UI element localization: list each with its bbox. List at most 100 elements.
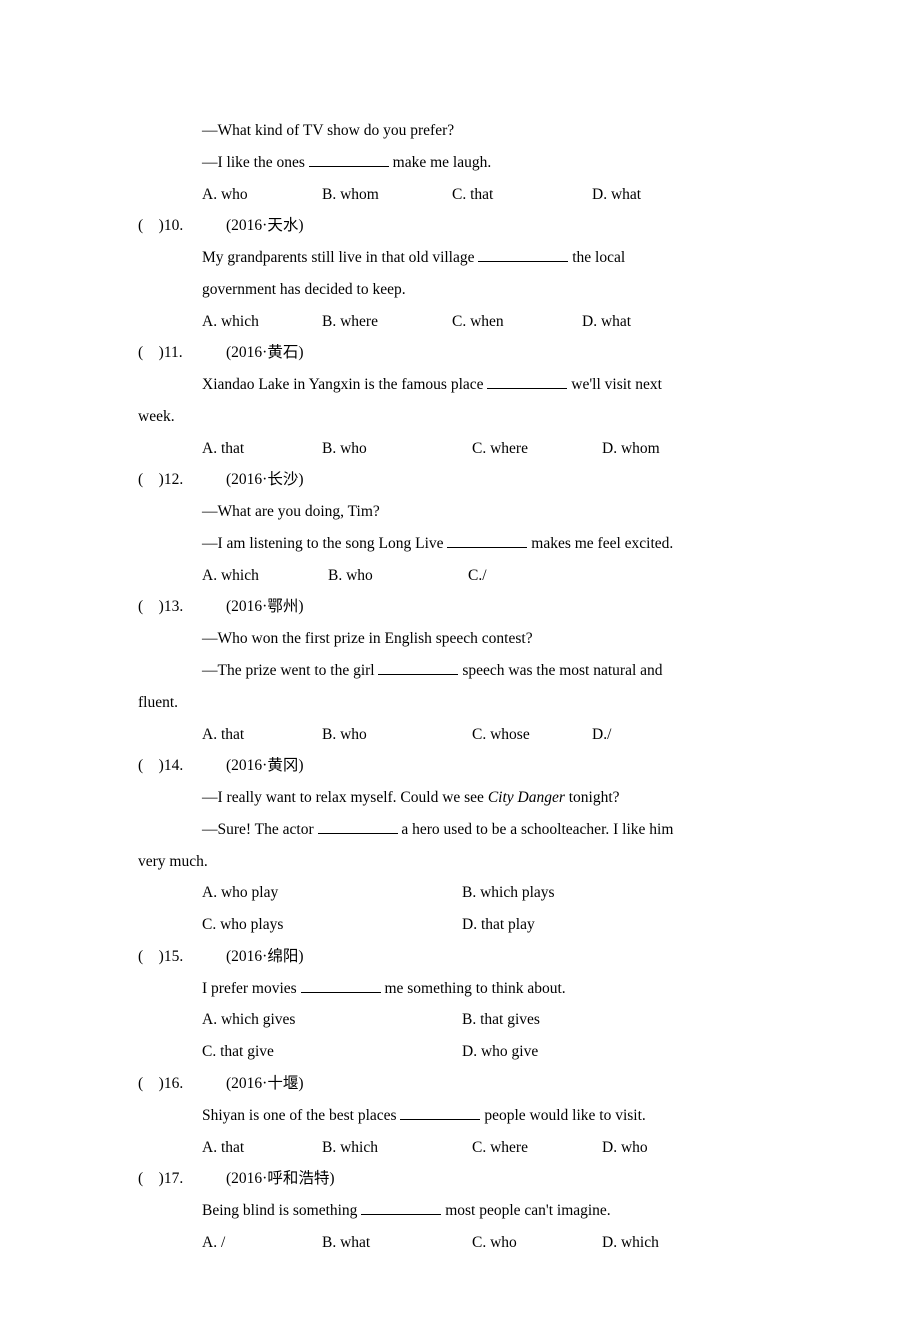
q14-optC[interactable]: C. who plays (202, 909, 462, 941)
q17-line1: Being blind is something most people can… (138, 1195, 792, 1227)
q10-line2: government has decided to keep. (138, 274, 792, 306)
q15-optC[interactable]: C. that give (202, 1036, 462, 1068)
q17-line1a: Being blind is something (202, 1202, 361, 1219)
q13-line3: fluent. (138, 687, 792, 719)
q16-meta: (2016·十堰) (182, 1068, 792, 1100)
q16-header: ( )16. (2016·十堰) (138, 1068, 792, 1100)
q15-line1: I prefer movies me something to think ab… (138, 973, 792, 1005)
q16-optB[interactable]: B. which (322, 1132, 472, 1164)
answer-paren[interactable]: ( )12. (138, 464, 182, 496)
q11-line2: week. (138, 401, 792, 433)
q13-line2b: speech was the most natural and (458, 662, 662, 679)
blank[interactable] (309, 150, 389, 167)
q17-optA[interactable]: A. / (202, 1227, 322, 1259)
q17-line1b: most people can't imagine. (441, 1202, 610, 1219)
q13-line1: —Who won the first prize in English spee… (138, 623, 792, 655)
q15-header: ( )15. (2016·绵阳) (138, 941, 792, 973)
q10-optC[interactable]: C. when (452, 306, 582, 338)
q10-optB[interactable]: B. where (322, 306, 452, 338)
q9-optC[interactable]: C. that (452, 179, 592, 211)
q11-meta: (2016·黄石) (182, 337, 792, 369)
answer-paren[interactable]: ( )17. (138, 1163, 182, 1195)
q16-line1: Shiyan is one of the best places people … (138, 1100, 792, 1132)
q17-header: ( )17. (2016·呼和浩特) (138, 1163, 792, 1195)
q17-optD[interactable]: D. which (602, 1227, 659, 1259)
q11-optD[interactable]: D. whom (602, 433, 660, 465)
q14-optB[interactable]: B. which plays (462, 877, 722, 909)
q17-optB[interactable]: B. what (322, 1227, 472, 1259)
q12-optC[interactable]: C./ (468, 560, 487, 592)
q14-movie-title: City Danger (488, 789, 565, 806)
answer-paren[interactable]: ( )14. (138, 750, 182, 782)
q12-optB[interactable]: B. who (328, 560, 468, 592)
answer-paren[interactable]: ( )13. (138, 591, 182, 623)
worksheet-page: —What kind of TV show do you prefer? —I … (0, 0, 920, 1319)
answer-paren[interactable]: ( )16. (138, 1068, 182, 1100)
blank[interactable] (447, 531, 527, 548)
q11-header: ( )11. (2016·黄石) (138, 337, 792, 369)
q14-line1: —I really want to relax myself. Could we… (138, 782, 792, 814)
q10-meta: (2016·天水) (182, 210, 792, 242)
q13-line2: —The prize went to the girl speech was t… (138, 655, 792, 687)
q12-line2b: makes me feel excited. (527, 535, 673, 552)
q9-line2b: make me laugh. (389, 154, 491, 171)
answer-paren[interactable]: ( )11. (138, 337, 182, 369)
q16-optD[interactable]: D. who (602, 1132, 648, 1164)
q15-optB[interactable]: B. that gives (462, 1004, 722, 1036)
q15-meta: (2016·绵阳) (182, 941, 792, 973)
q14-line2: —Sure! The actor a hero used to be a sch… (138, 814, 792, 846)
q14-optA[interactable]: A. who play (202, 877, 462, 909)
q17-options: A. /B. whatC. whoD. which (138, 1227, 792, 1259)
q10-line1b: the local (568, 249, 625, 266)
q9-line2a: —I like the ones (202, 154, 309, 171)
q11-optA[interactable]: A. that (202, 433, 322, 465)
q16-line1b: people would like to visit. (480, 1107, 645, 1124)
blank[interactable] (361, 1199, 441, 1216)
q12-meta: (2016·长沙) (182, 464, 792, 496)
q15-line1b: me something to think about. (381, 980, 566, 997)
q9-line1: —What kind of TV show do you prefer? (138, 115, 792, 147)
q12-line2a: —I am listening to the song Long Live (202, 535, 447, 552)
q14-options: A. who play B. which plays C. who plays … (138, 877, 792, 941)
q13-options: A. thatB. whoC. whoseD./ (138, 719, 792, 751)
q13-optB[interactable]: B. who (322, 719, 472, 751)
q11-line1: Xiandao Lake in Yangxin is the famous pl… (138, 369, 792, 401)
q10-optD[interactable]: D. what (582, 306, 631, 338)
answer-paren[interactable]: ( )15. (138, 941, 182, 973)
q16-optC[interactable]: C. where (472, 1132, 602, 1164)
q14-meta: (2016·黄冈) (182, 750, 792, 782)
q13-header: ( )13. (2016·鄂州) (138, 591, 792, 623)
q12-options: A. whichB. whoC./ (138, 560, 792, 592)
q15-line1a: I prefer movies (202, 980, 301, 997)
answer-paren[interactable]: ( )10. (138, 210, 182, 242)
q15-optA[interactable]: A. which gives (202, 1004, 462, 1036)
q9-optB[interactable]: B. whom (322, 179, 452, 211)
q15-optD[interactable]: D. who give (462, 1036, 722, 1068)
q14-line1b: tonight? (565, 789, 620, 806)
blank[interactable] (378, 659, 458, 676)
q14-header: ( )14. (2016·黄冈) (138, 750, 792, 782)
q10-line1a: My grandparents still live in that old v… (202, 249, 478, 266)
q12-optA[interactable]: A. which (202, 560, 328, 592)
blank[interactable] (400, 1103, 480, 1120)
q13-optC[interactable]: C. whose (472, 719, 592, 751)
blank[interactable] (487, 373, 567, 390)
q11-optC[interactable]: C. where (472, 433, 602, 465)
q14-line2b: a hero used to be a schoolteacher. I lik… (398, 821, 674, 838)
q10-optA[interactable]: A. which (202, 306, 322, 338)
blank[interactable] (478, 246, 568, 263)
q9-options: A. whoB. whomC. thatD. what (138, 179, 792, 211)
q9-optD[interactable]: D. what (592, 179, 641, 211)
q11-optB[interactable]: B. who (322, 433, 472, 465)
blank[interactable] (301, 976, 381, 993)
q14-line3: very much. (138, 846, 792, 878)
q10-options: A. whichB. whereC. whenD. what (138, 306, 792, 338)
q13-optA[interactable]: A. that (202, 719, 322, 751)
q9-optA[interactable]: A. who (202, 179, 322, 211)
q13-optD[interactable]: D./ (592, 719, 611, 751)
q17-optC[interactable]: C. who (472, 1227, 602, 1259)
q14-optD[interactable]: D. that play (462, 909, 722, 941)
q16-optA[interactable]: A. that (202, 1132, 322, 1164)
blank[interactable] (318, 817, 398, 834)
q10-header: ( )10. (2016·天水) (138, 210, 792, 242)
